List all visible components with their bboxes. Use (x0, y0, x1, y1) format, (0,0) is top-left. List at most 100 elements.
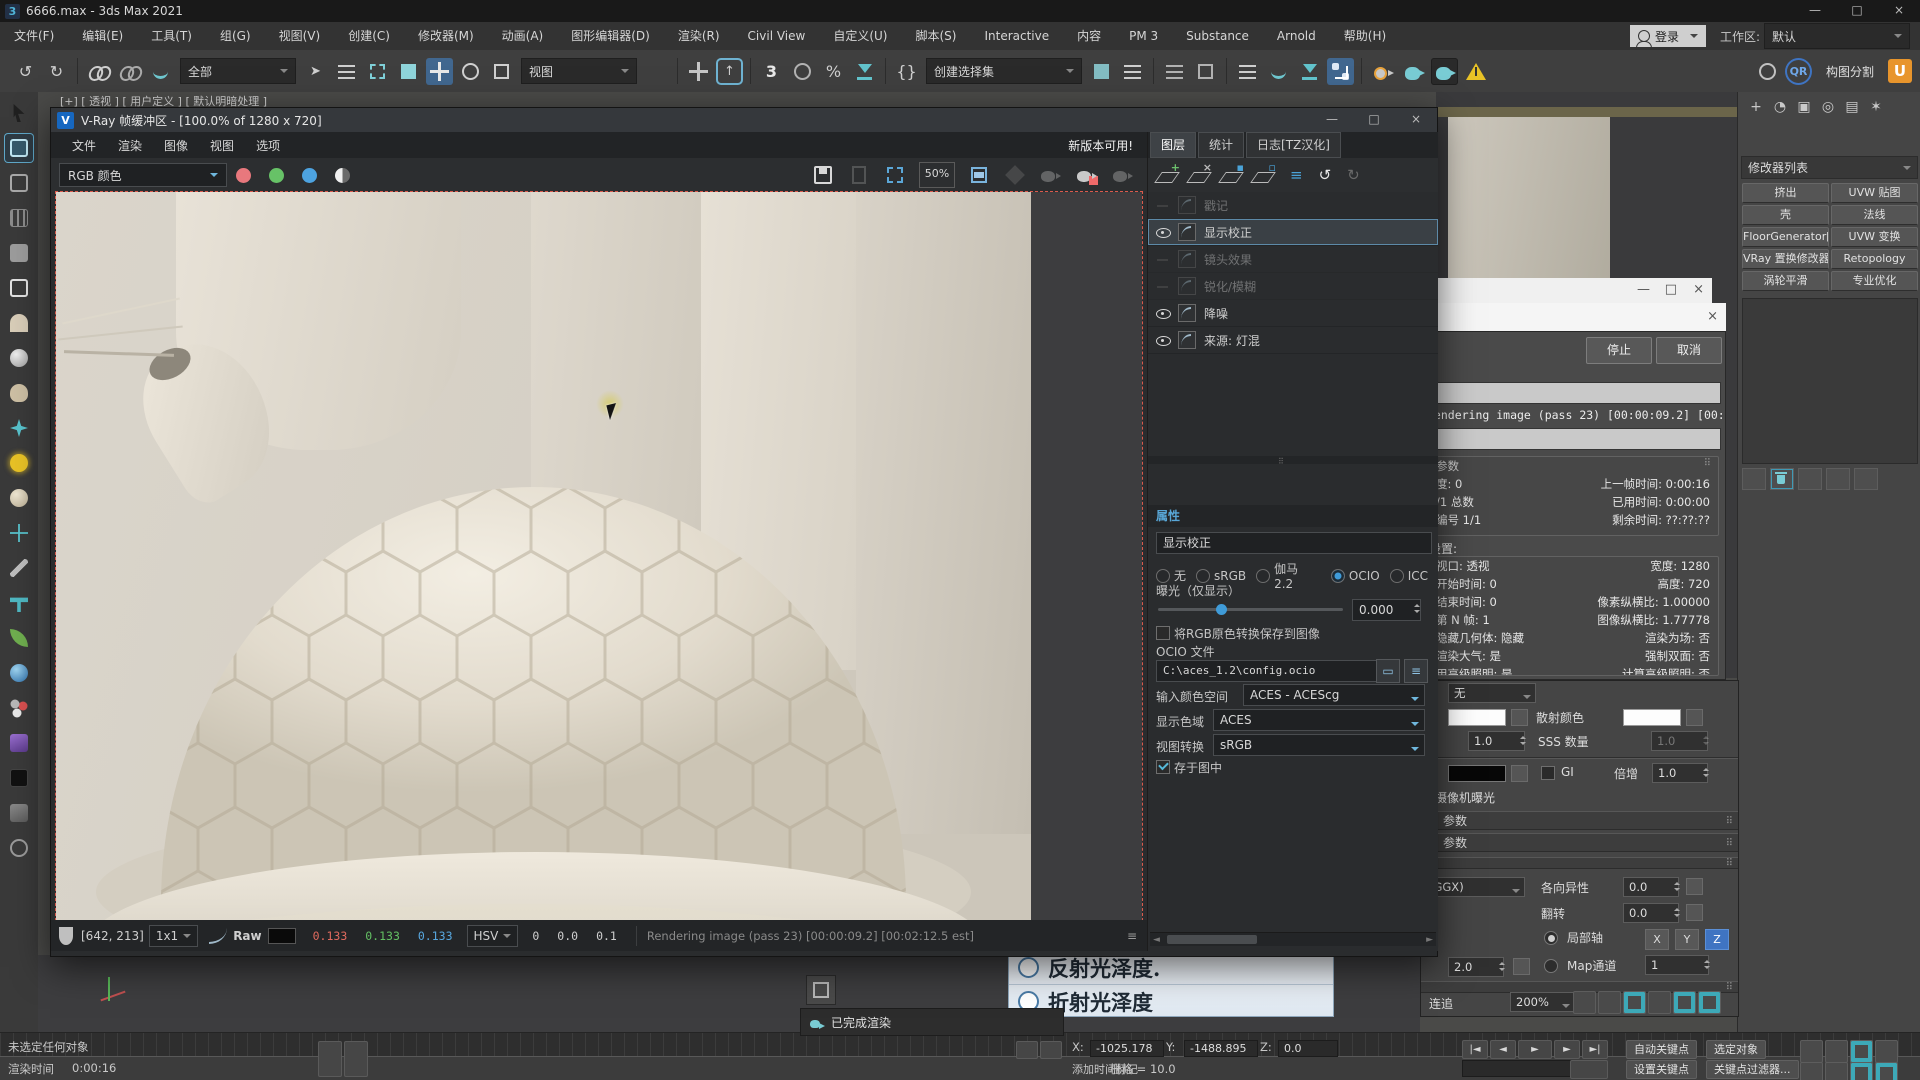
axis-button[interactable]: X (1645, 929, 1669, 950)
menu-item[interactable]: 渲染(R) (664, 22, 734, 50)
hierarchy-tab-icon[interactable]: ▣ (1792, 96, 1816, 118)
gi-checkbox[interactable] (1541, 766, 1555, 780)
vfb-menu-item[interactable]: 图像 (153, 137, 199, 154)
zoom-extents-all-icon[interactable] (1673, 991, 1696, 1014)
bind-to-spacewarp-icon[interactable] (147, 58, 174, 85)
panel-tab[interactable]: 图层 (1150, 132, 1196, 158)
gtr-spinner[interactable] (1497, 957, 1508, 975)
vfb-minimize-button[interactable]: — (1311, 109, 1353, 131)
panel-tab[interactable]: 日志[TZ汉化] (1246, 132, 1341, 158)
store-in-image-checkbox[interactable] (1156, 760, 1170, 774)
exposure-spinner[interactable] (1412, 599, 1423, 619)
leaf-tool-icon[interactable] (5, 624, 33, 652)
properties-header[interactable]: 属性 (1148, 505, 1438, 527)
axis-button[interactable]: Z (1705, 929, 1729, 950)
unlink-selection-icon[interactable] (116, 58, 143, 85)
sun-light-icon[interactable] (5, 449, 33, 477)
material-node-card[interactable]: 反射光泽度. 折射光泽度 (1008, 950, 1334, 1017)
vfb-titlebar[interactable]: V V-Ray 帧缓冲区 - [100.0% of 1280 x 720] — … (51, 108, 1437, 132)
zoom-region-viewport-icon[interactable] (1875, 1040, 1898, 1063)
add-layer-icon[interactable]: + (1154, 163, 1180, 187)
pin-stack-icon[interactable] (1742, 468, 1766, 490)
ocio-list-icon[interactable]: ≡ (1404, 659, 1428, 683)
zoom-all-viewport-icon[interactable] (1850, 1062, 1873, 1080)
grid-tool-icon[interactable] (5, 204, 33, 232)
grid-snap-icon[interactable] (1016, 1041, 1038, 1059)
arnold-ring-icon[interactable] (1754, 58, 1781, 85)
layer-undo-icon[interactable]: ↺ (1319, 166, 1332, 184)
amount-spinner[interactable] (1518, 731, 1529, 749)
diffuse-color-swatch[interactable] (1448, 709, 1506, 726)
brdf-dropdown[interactable]: (GGX) (1423, 877, 1525, 897)
menu-item[interactable]: 脚本(S) (901, 22, 970, 50)
panel-tab[interactable]: 统计 (1198, 132, 1244, 158)
dialog-titlebar-outer[interactable]: — □ × (1420, 278, 1712, 303)
ball-material-icon[interactable] (5, 484, 33, 512)
panel-splitter[interactable]: ⠿ (1148, 456, 1438, 464)
sphere-primitive-icon[interactable] (5, 344, 33, 372)
map-channel-field[interactable]: 1 (1645, 955, 1709, 975)
scrollbar-thumb[interactable] (1167, 935, 1257, 944)
sss-color-swatch[interactable] (1623, 709, 1681, 726)
layer-list-icon[interactable]: ≡ (1290, 166, 1303, 184)
colorspace-radio[interactable]: sRGB (1196, 569, 1246, 583)
x-coordinate-field[interactable]: -1025.178 (1090, 1040, 1164, 1057)
select-by-name-icon[interactable] (333, 58, 360, 85)
red-channel-icon[interactable] (236, 168, 251, 183)
black-swatch-icon[interactable] (5, 764, 33, 792)
layer-row[interactable]: 镜头效果 (1148, 246, 1438, 273)
dialog-minimize-icon[interactable]: — (1637, 282, 1650, 297)
modifier-button[interactable]: 壳 (1742, 205, 1829, 225)
panel-scrollbar[interactable]: ◄ ► (1150, 932, 1436, 946)
star-tool-icon[interactable] (5, 414, 33, 442)
zoom-icon[interactable] (1598, 991, 1621, 1014)
display-tab-icon[interactable]: ▤ (1840, 96, 1864, 118)
gtr-map-button[interactable] (1513, 958, 1530, 975)
make-unique-icon[interactable] (1826, 468, 1850, 490)
menu-item[interactable]: Civil View (734, 22, 820, 50)
menu-item[interactable]: 图形编辑器(D) (557, 22, 664, 50)
slate-material-editor-icon[interactable] (1327, 58, 1354, 85)
green-channel-icon[interactable] (269, 168, 284, 183)
rollout-divider[interactable]: ⠿ (1421, 857, 1738, 869)
vfb-menu-item[interactable]: 渲染 (107, 137, 153, 154)
previous-frame-button[interactable]: ◄ (1490, 1040, 1516, 1059)
amount2-spinner[interactable] (1701, 731, 1712, 749)
purple-cube-icon[interactable] (5, 729, 33, 757)
abs-rel-toggle-icon[interactable] (344, 1041, 368, 1077)
rotation-spinner[interactable] (1672, 903, 1683, 921)
hsv-dropdown[interactable]: HSV (467, 925, 519, 947)
ribbon-toggle-icon[interactable] (1192, 58, 1219, 85)
layer-manager-icon[interactable] (1161, 58, 1188, 85)
menu-item[interactable]: 视图(V) (265, 22, 335, 50)
delete-layer-icon[interactable]: × (1186, 163, 1212, 187)
dialog-close-icon[interactable]: × (1693, 282, 1704, 297)
rotation-field[interactable]: 0.0 (1623, 903, 1679, 923)
layer-visibility-eye-icon[interactable] (1148, 273, 1178, 299)
key-mode-toggle[interactable] (1570, 1060, 1608, 1079)
sss-map-button[interactable] (1686, 709, 1703, 726)
modifier-button[interactable]: 法线 (1831, 205, 1918, 225)
layer-visibility-eye-icon[interactable] (1148, 246, 1178, 272)
axis-button[interactable]: Y (1675, 929, 1699, 950)
vfb-maximize-button[interactable]: □ (1353, 109, 1395, 131)
stop-render-icon[interactable] (1075, 163, 1099, 187)
view-transform-dropdown[interactable]: sRGB (1213, 734, 1425, 756)
layer-visibility-eye-icon[interactable] (1148, 300, 1178, 326)
menu-item[interactable]: 帮助(H) (1330, 22, 1400, 50)
create-tab-icon[interactable]: + (1744, 96, 1768, 118)
brush-tool-icon[interactable] (5, 554, 33, 582)
sample-size-dropdown[interactable]: 1x1 (149, 925, 198, 947)
rotation-map-button[interactable] (1686, 904, 1703, 921)
selection-lock-icon[interactable] (318, 1041, 342, 1077)
modifier-button[interactable]: UVW 贴图 (1831, 183, 1918, 203)
node-socket-icon[interactable] (1018, 957, 1039, 978)
vfb-menu-item[interactable]: 选项 (245, 137, 291, 154)
select-and-rotate-icon[interactable] (457, 58, 484, 85)
anisotropy-field[interactable]: 0.0 (1623, 877, 1679, 897)
render-last-icon[interactable] (1039, 163, 1063, 187)
show-end-result-icon[interactable] (1798, 468, 1822, 490)
modifier-button[interactable]: UVW 变换 (1831, 227, 1918, 247)
menu-item[interactable]: 动画(A) (488, 22, 558, 50)
current-frame-field[interactable] (1462, 1060, 1574, 1077)
